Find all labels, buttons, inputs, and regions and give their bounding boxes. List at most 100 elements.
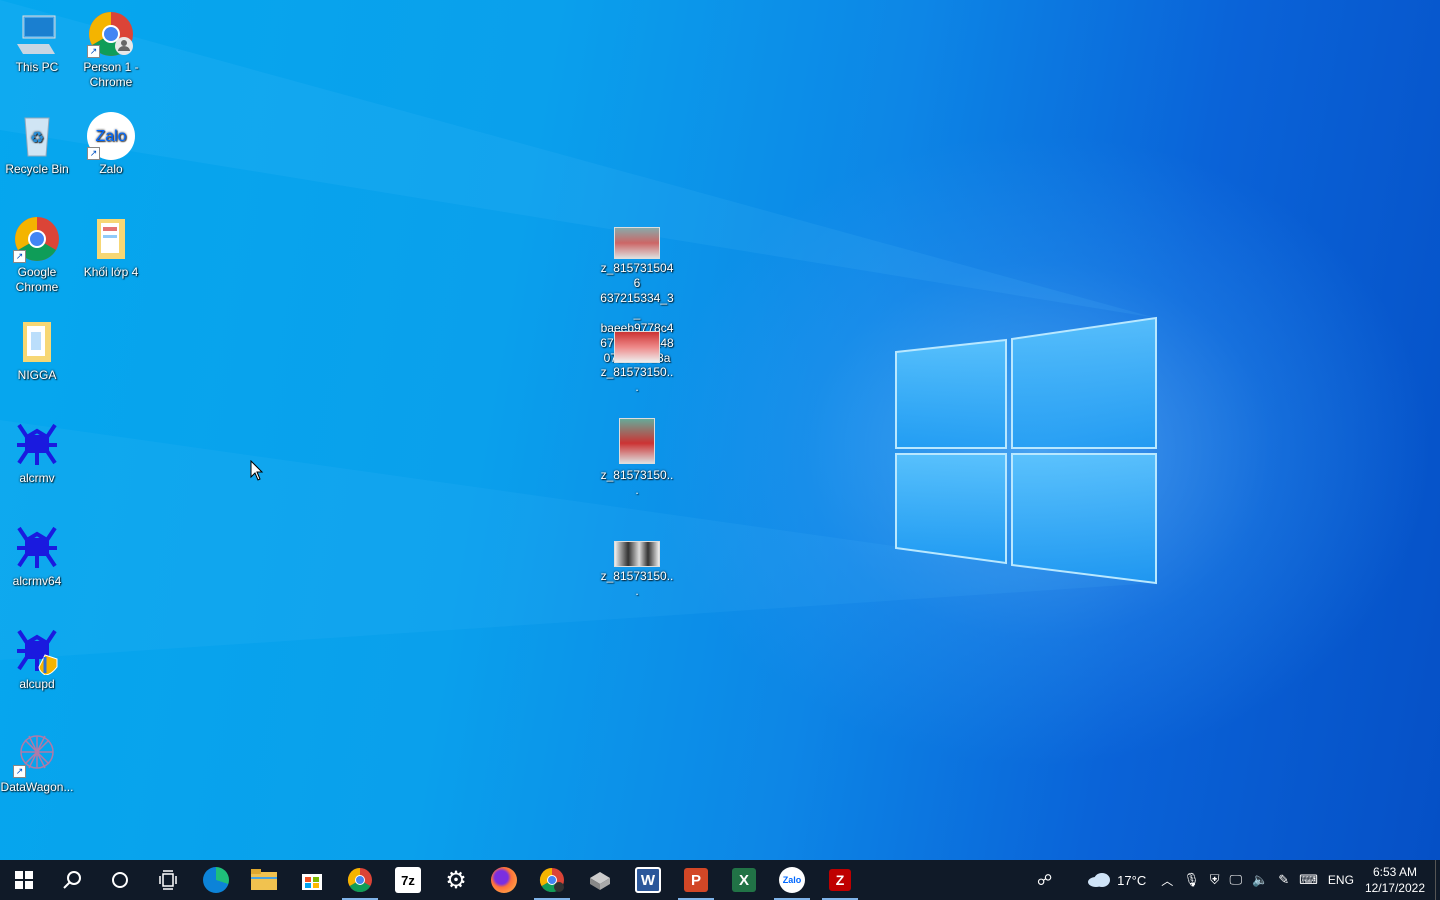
zalo-icon: Zalo ↗ — [87, 112, 135, 160]
edge-icon — [203, 867, 229, 893]
desktop-icon-label: This PC — [15, 60, 59, 74]
desktop-icon-label: DataWagon... — [0, 780, 74, 794]
recycle-bin-icon: ♻ — [13, 112, 61, 160]
task-view-button[interactable] — [144, 860, 192, 900]
image-thumbnail-icon — [614, 541, 660, 567]
system-tray: ☍ 17°C ︿ 🎙 ⛨ 🖵 🔈 ✎ ⌨ ENG 6:53 AM 12/17/2… — [1032, 860, 1440, 900]
winrar-button[interactable] — [576, 860, 624, 900]
excel-icon-label: X — [738, 871, 749, 889]
clock-date: 12/17/2022 — [1364, 881, 1425, 895]
people-icon[interactable]: ☍ — [1037, 871, 1052, 889]
powerpoint-icon: P — [684, 868, 708, 892]
weather-temperature[interactable]: 17°C — [1117, 873, 1146, 888]
desktop-icon-alcrmv64[interactable]: alcrmv64 — [0, 524, 74, 589]
winrar-icon — [590, 872, 610, 890]
powerpoint-button[interactable]: P — [672, 860, 720, 900]
file-explorer-button[interactable] — [240, 860, 288, 900]
desktop-icon-alcupd[interactable]: alcupd — [0, 627, 74, 692]
zalo-icon-label: Zalo — [782, 875, 802, 885]
desktop-file-image[interactable]: z_81573150... — [599, 418, 675, 498]
taskbar: 7z ⚙ W P X Zalo Z ☍ 17°C ︿ 🎙 ⛨ 🖵 🔈 ✎ ⌨ E… — [0, 860, 1440, 900]
folder-icon — [13, 318, 61, 366]
7zip-icon-label: 7z — [401, 872, 415, 888]
firefox-button[interactable] — [480, 860, 528, 900]
zalo-icon: Zalo — [779, 867, 805, 893]
desktop-file-label: z_81573150... — [600, 365, 674, 394]
search-icon — [63, 871, 81, 889]
realtek-icon — [13, 421, 61, 469]
desktop-icon-label: Person 1 - Chrome — [83, 60, 139, 89]
cortana-icon — [112, 872, 128, 888]
excel-button[interactable]: X — [720, 860, 768, 900]
word-icon-label: W — [640, 871, 656, 889]
desktop-icon-zalo[interactable]: Zalo ↗ Zalo — [74, 112, 148, 177]
desktop-icon-label: NIGGA — [17, 368, 57, 382]
store-icon — [302, 874, 322, 890]
desktop-icon-google-chrome[interactable]: ↗ Google Chrome — [0, 215, 74, 295]
image-thumbnail-icon — [619, 418, 655, 464]
image-thumbnail-icon — [614, 331, 660, 363]
image-thumbnail-icon — [614, 227, 660, 259]
cortana-button[interactable] — [96, 860, 144, 900]
clock-time: 6:53 AM — [1372, 865, 1417, 879]
filezilla-icon: Z — [829, 869, 851, 891]
desktop-icon-recycle-bin[interactable]: ♻ Recycle Bin — [0, 112, 74, 177]
volume-icon[interactable]: 🔈 — [1252, 872, 1268, 888]
folder-icon — [251, 869, 277, 890]
start-button[interactable] — [0, 860, 48, 900]
store-button[interactable] — [288, 860, 336, 900]
gear-icon: ⚙ — [445, 866, 467, 894]
desktop-icon-person-1-chrome[interactable]: ↗ Person 1 - Chrome — [74, 10, 148, 90]
realtek-shield-icon — [13, 627, 61, 676]
chrome-profile-button[interactable] — [528, 860, 576, 900]
desktop-icon-label: alcupd — [19, 677, 55, 691]
chrome-profile-icon: ↗ — [87, 10, 135, 58]
shortcut-arrow-icon: ↗ — [13, 765, 26, 778]
desktop-icon-this-pc[interactable]: This PC — [0, 10, 74, 75]
keyboard-icon[interactable]: ⌨ — [1299, 872, 1318, 888]
security-icon[interactable]: ⛨ — [1210, 872, 1220, 888]
chevron-up-icon[interactable]: ︿ — [1161, 872, 1173, 889]
network-icon[interactable]: 🖵 — [1230, 872, 1243, 888]
desktop-icon-nigga[interactable]: NIGGA — [0, 318, 74, 383]
show-desktop-button[interactable] — [1435, 860, 1440, 900]
excel-icon: X — [732, 868, 756, 892]
svg-text:♻: ♻ — [30, 128, 44, 147]
zalo-button[interactable]: Zalo — [768, 860, 816, 900]
desktop-file-image[interactable]: z_81573150... — [599, 322, 675, 395]
desktop-icon-alcrmv[interactable]: alcrmv — [0, 421, 74, 486]
microphone-icon[interactable]: 🎙 — [1183, 872, 1200, 888]
word-icon: W — [635, 867, 661, 893]
folder-icon — [87, 215, 135, 263]
datawagon-icon: ↗ — [13, 730, 61, 778]
shortcut-arrow-icon: ↗ — [87, 147, 100, 160]
realtek-icon — [13, 524, 61, 572]
desktop-icon-datawagon[interactable]: ↗ DataWagon... — [0, 730, 74, 795]
7zip-icon: 7z — [395, 867, 421, 893]
desktop-icon-label: Google Chrome — [15, 265, 59, 294]
settings-button[interactable]: ⚙ — [432, 860, 480, 900]
word-button[interactable]: W — [624, 860, 672, 900]
search-button[interactable] — [48, 860, 96, 900]
chrome-button[interactable] — [336, 860, 384, 900]
windows-logo-wallpaper — [0, 0, 1157, 660]
svg-text:Zalo: Zalo — [95, 128, 126, 145]
task-view-icon — [159, 870, 177, 890]
desktop-icon-label: Recycle Bin — [5, 162, 69, 176]
chrome-profile-icon — [539, 868, 564, 893]
desktop-file-image[interactable]: z_81573150... — [599, 531, 675, 599]
filezilla-button[interactable]: Z — [816, 860, 864, 900]
cloud-icon[interactable] — [1086, 872, 1112, 888]
language-indicator[interactable]: ENG — [1328, 873, 1354, 887]
desktop-icon-khoi-lop-4[interactable]: Khối lớp 4 — [74, 215, 148, 280]
pen-icon[interactable]: ✎ — [1278, 872, 1289, 888]
desktop-icon-label: alcrmv64 — [12, 574, 62, 588]
desktop-file-label: z_81573150... — [600, 468, 674, 497]
mouse-cursor-icon — [250, 460, 264, 481]
clock[interactable]: 6:53 AM 12/17/2022 — [1365, 864, 1425, 896]
desktop-icon-label: Khối lớp 4 — [83, 265, 139, 279]
chrome-icon — [347, 868, 372, 893]
desktop-file-label: z_81573150... — [600, 569, 674, 598]
7zip-button[interactable]: 7z — [384, 860, 432, 900]
edge-button[interactable] — [192, 860, 240, 900]
